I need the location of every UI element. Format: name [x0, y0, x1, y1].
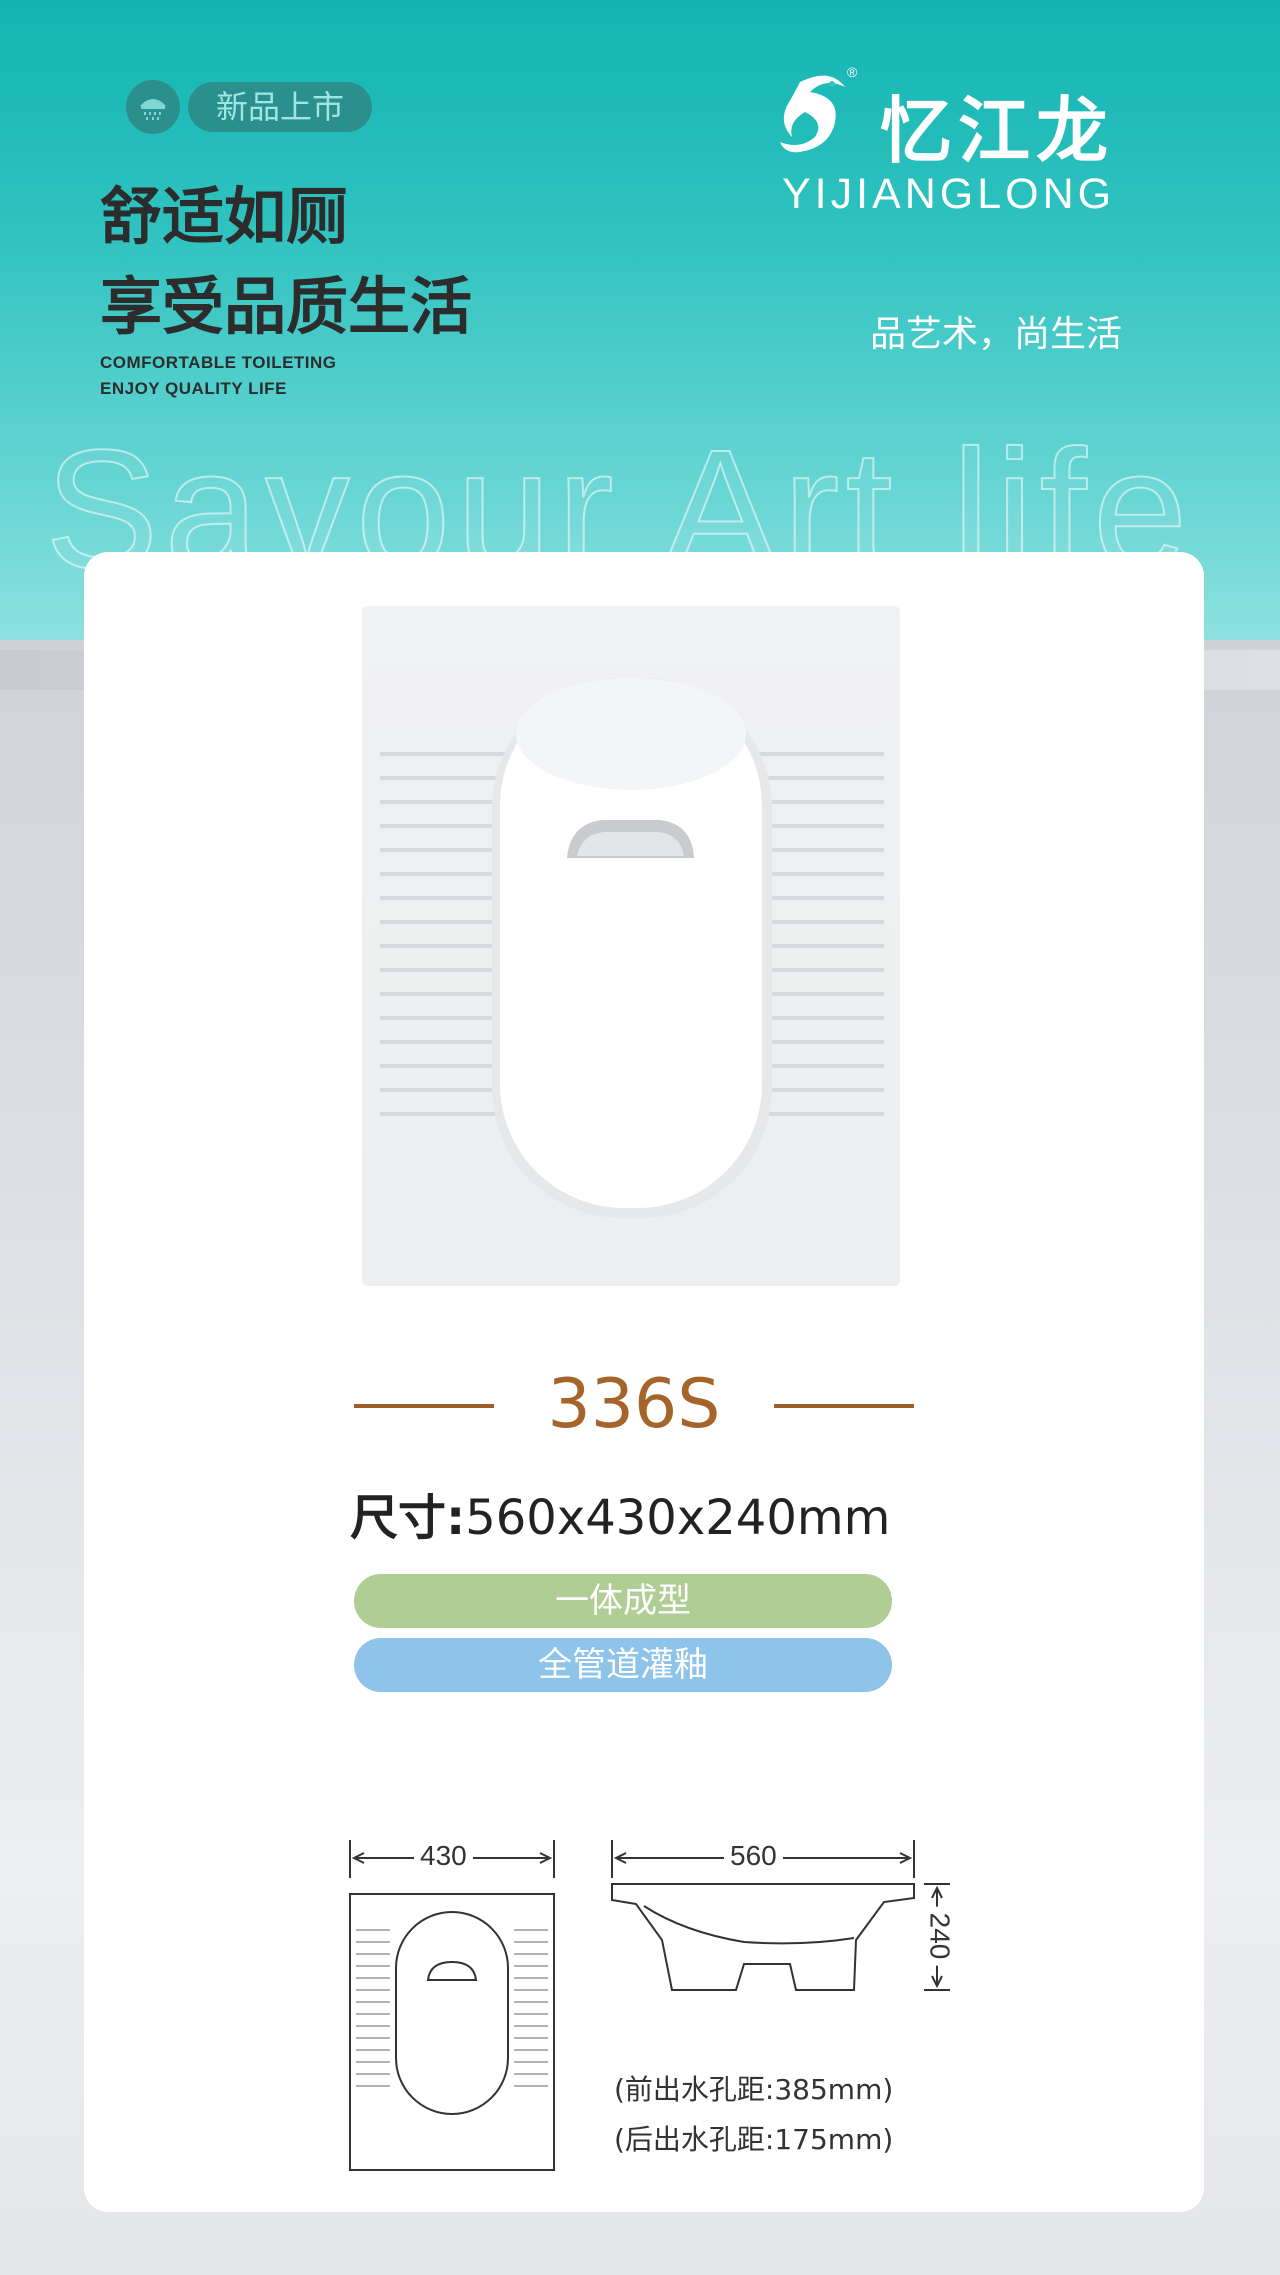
slogan: 品艺术，尚生活 [870, 314, 1123, 355]
model-divider-right [774, 1404, 914, 1408]
size-value: 560x430x240mm [465, 1490, 891, 1546]
feature-tag-one-piece: 一体成型 [354, 1574, 892, 1628]
rear-outlet-note: (后出水孔距:175mm) [614, 2123, 894, 2156]
width-dimension: 430 [414, 1840, 473, 1872]
new-product-badge: 新品上市 [126, 80, 373, 134]
front-outlet-note: (前出水孔距:385mm) [614, 2073, 894, 2106]
model-heading: 336S [354, 1360, 914, 1450]
size-label: 尺寸: [350, 1490, 466, 1546]
headline-line-2: 享受品质生活 [100, 270, 473, 343]
length-dimension: 560 [724, 1840, 783, 1872]
shower-icon [126, 80, 180, 134]
headline: 舒适如厕 享受品质生活 [100, 172, 472, 352]
dragon-logo-icon [780, 75, 845, 153]
english-subtitle: COMFORTABLE TOILETING ENJOY QUALITY LIFE [100, 350, 337, 402]
size-spec: 尺寸:560x430x240mm [350, 1478, 890, 1548]
feature-tag-full-glaze: 全管道灌釉 [354, 1638, 892, 1692]
badge-label: 新品上市 [188, 82, 373, 132]
english-subtitle-line-1: COMFORTABLE TOILETING [100, 353, 337, 372]
brand-name-en: YIJIANGLONG [782, 170, 1116, 218]
dimension-drawing [349, 1840, 950, 2171]
dimension-diagrams: 430 560 240 (前出水孔距:385mm) (后出水孔距:175mm) [84, 1822, 1204, 2242]
brand-name-cn: 忆江龙 [880, 89, 1115, 173]
registered-mark: ® [847, 64, 858, 80]
height-dimension: 240 [923, 1906, 956, 1966]
brand-logo: 忆江龙 ® YIJIANGLONG [770, 62, 1170, 222]
product-photo [362, 606, 900, 1286]
english-subtitle-line-2: ENJOY QUALITY LIFE [100, 379, 287, 398]
product-card: 336S 尺寸:560x430x240mm 一体成型 全管道灌釉 430 560… [84, 552, 1204, 2212]
headline-line-1: 舒适如厕 [100, 180, 349, 253]
